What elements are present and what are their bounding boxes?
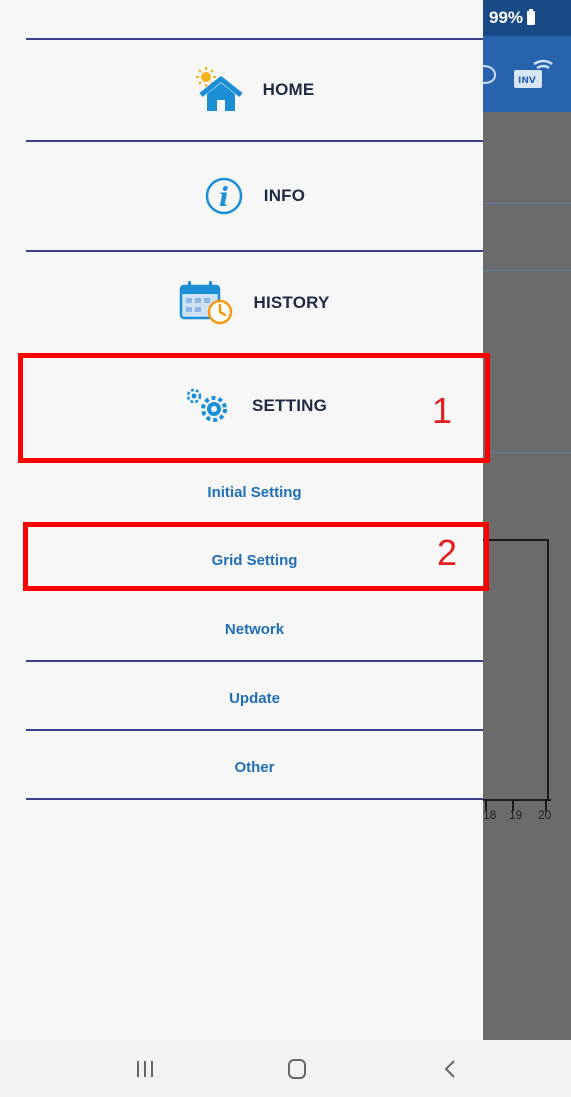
- recent-apps-icon: [137, 1060, 153, 1077]
- system-nav-bar: [0, 1040, 571, 1097]
- submenu-item-other[interactable]: Other: [26, 749, 483, 785]
- chart-frame: [483, 539, 549, 800]
- info-icon: i: [205, 177, 243, 215]
- highlight-box-grid-setting: [23, 522, 489, 591]
- drawer-divider: [26, 729, 483, 731]
- svg-text:INV: INV: [518, 76, 536, 86]
- divider: [483, 203, 571, 204]
- cloud-icon: [483, 65, 497, 84]
- battery-percent: 99%: [489, 8, 524, 27]
- screen: 99% INV 18 19 20 HOME i INFO HISTORY SET…: [0, 0, 571, 1097]
- highlight-box-setting: [18, 353, 490, 463]
- drawer-divider: [26, 660, 483, 662]
- home-nav-icon: [288, 1058, 306, 1079]
- back-icon: [444, 1059, 455, 1078]
- svg-text:i: i: [219, 183, 229, 213]
- divider: [483, 270, 571, 271]
- submenu-item-network[interactable]: Network: [26, 611, 483, 647]
- back-button[interactable]: [425, 1040, 475, 1097]
- home-button[interactable]: [272, 1040, 322, 1097]
- recent-apps-button[interactable]: [120, 1040, 170, 1097]
- menu-label-history: HISTORY: [253, 293, 330, 312]
- menu-item-info[interactable]: i INFO: [26, 142, 483, 250]
- home-icon: [195, 67, 243, 111]
- submenu-item-update[interactable]: Update: [26, 680, 483, 716]
- navigation-drawer: HOME i INFO HISTORY SETTING Initial Sett…: [0, 0, 483, 1040]
- x-tick-label: 18: [483, 808, 497, 822]
- menu-label-home: HOME: [262, 80, 315, 99]
- battery-icon: [527, 9, 536, 25]
- menu-label-info: INFO: [263, 186, 306, 205]
- annotation-number-2: 2: [437, 532, 458, 573]
- x-tick-label: 20: [538, 808, 552, 822]
- drawer-divider: [26, 798, 483, 800]
- annotation-number-1: 1: [432, 390, 453, 431]
- menu-item-home[interactable]: HOME: [26, 40, 483, 140]
- chart-x-axis: [483, 799, 551, 801]
- calendar-clock-icon: [180, 281, 233, 325]
- inverter-wifi-icon[interactable]: INV: [512, 58, 554, 92]
- x-tick-label: 19: [509, 808, 523, 822]
- submenu-item-initial-setting[interactable]: Initial Setting: [26, 474, 483, 510]
- divider: [483, 452, 571, 453]
- menu-item-history[interactable]: HISTORY: [26, 252, 483, 354]
- battery-indicator: 99%: [489, 8, 536, 28]
